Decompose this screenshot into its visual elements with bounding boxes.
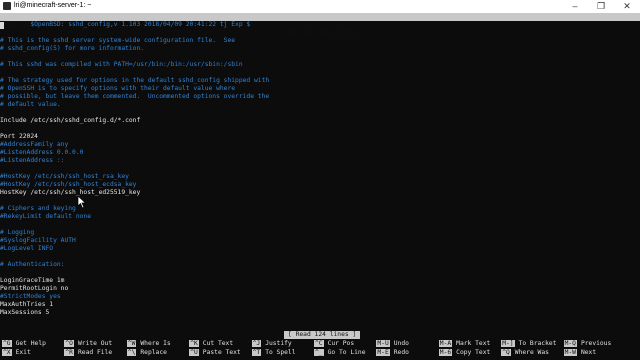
mouse-pointer-icon (77, 195, 87, 209)
shortcut-key: ^O (64, 340, 74, 347)
shortcut-label: Write Out (77, 340, 113, 347)
shortcut-label: Read File (77, 349, 113, 356)
shortcut-key: ^\ (126, 349, 137, 356)
shortcut-label: Justify (265, 340, 292, 347)
shortcut-item[interactable]: ^J Justify (251, 340, 292, 348)
shortcut-item[interactable]: ^_ Go To Line (314, 349, 366, 357)
file-line: $OpenBSD: sshd_config,v 1.103 2018/04/09… (0, 21, 251, 28)
shortcut-key: M-U (376, 340, 390, 347)
shortcut-item[interactable]: ^O Write Out (64, 340, 112, 348)
file-line: # Logging (0, 229, 35, 236)
file-line: # This sshd was compiled with PATH=/usr/… (0, 61, 243, 68)
shortcut-item[interactable]: M-E Redo (376, 349, 409, 357)
file-line: #HostKey /etc/ssh/ssh_host_ecdsa_key (0, 181, 137, 188)
shortcut-key: ^J (251, 340, 262, 347)
shortcut-item[interactable]: ^G Get Help (2, 340, 46, 348)
shortcut-item[interactable]: M-6 Copy Text (438, 349, 491, 357)
file-line: # The strategy used for options in the d… (0, 77, 270, 84)
file-line: MaxSessions 5 (0, 309, 50, 316)
shortcut-key: ^Q (501, 349, 511, 356)
file-line: #RekeyLimit default none (0, 213, 91, 220)
shortcut-label: Paste Text (202, 349, 241, 356)
window-title: lri@minecraft-server-1: ~ (14, 2, 92, 9)
shortcut-key: ^U (189, 349, 199, 356)
shortcut-item[interactable]: M-Q Previous (563, 340, 612, 348)
shortcut-label: To Bracket (518, 340, 557, 347)
window-titlebar: lri@minecraft-server-1: ~ – ❐ ✕ (0, 0, 640, 14)
file-line: #AddressFamily any (0, 141, 69, 148)
shortcut-label: Replace (140, 349, 167, 356)
shortcut-key: ^T (251, 349, 262, 356)
file-line: #ListenAddress 0.0.0.0 (0, 149, 84, 156)
shortcut-label: Go To Line (327, 349, 366, 356)
shortcut-item[interactable]: ^T To Spell (251, 349, 296, 357)
file-line: #SyslogFacility AUTH (0, 237, 76, 244)
shortcut-item[interactable]: ^\ Replace (126, 349, 167, 357)
terminal-app-icon (3, 2, 11, 10)
shortcut-key: M-6 (438, 349, 453, 356)
shortcut-label: Next (580, 349, 597, 356)
file-line: PermitRootLogin no (0, 285, 69, 292)
file-line: # OpenSSH is to specify options with the… (0, 85, 236, 92)
shortcut-label: Where Is (140, 340, 171, 347)
shortcut-key: ^K (189, 340, 199, 347)
shortcut-label: Previous (580, 340, 612, 347)
close-button[interactable]: ✕ (614, 0, 640, 13)
file-line: Port 22024 (0, 133, 38, 140)
shortcut-key: ^W (126, 340, 137, 347)
shortcut-label: Copy Text (456, 349, 491, 356)
file-line: # possible, but leave them commented. Un… (0, 93, 270, 100)
shortcut-label: Undo (393, 340, 409, 347)
shortcut-key: ^X (2, 349, 12, 356)
file-line: #LogLevel INFO (0, 245, 54, 252)
shortcut-key: ^_ (314, 349, 324, 356)
shortcut-item[interactable]: M-A Mark Text (438, 340, 491, 348)
shortcut-label: Mark Text (456, 340, 491, 347)
shortcut-item[interactable]: ^U Paste Text (189, 349, 241, 357)
shortcut-key: M-W (563, 349, 577, 356)
shortcut-item[interactable]: ^X Exit (2, 349, 31, 357)
shortcut-item[interactable]: ^K Cut Text (189, 340, 233, 348)
shortcut-key: M-E (376, 349, 390, 356)
shortcut-item[interactable]: M-] To Bracket (501, 340, 556, 348)
shortcut-item[interactable]: M-U Undo (376, 340, 409, 348)
shortcut-key: M-A (438, 340, 453, 347)
shortcut-item[interactable]: ^C Cur Pos (314, 340, 354, 348)
shortcut-label: Redo (393, 349, 409, 356)
status-message: [ Read 124 lines ] (284, 331, 361, 339)
shortcut-label: Cur Pos (327, 340, 355, 347)
shortcut-key: M-] (501, 340, 515, 347)
shortcut-label: Get Help (15, 340, 46, 347)
shortcut-label: Exit (15, 349, 31, 356)
editor-text-area[interactable]: $OpenBSD: sshd_config,v 1.103 2018/04/09… (0, 21, 640, 331)
shortcut-label: Cut Text (202, 340, 234, 347)
file-line: LoginGraceTime 1m (0, 277, 65, 284)
shortcut-key: M-Q (563, 340, 577, 347)
shortcut-label: Where Was (514, 349, 549, 356)
maximize-button[interactable]: ❐ (588, 0, 614, 13)
file-line: HostKey /etc/ssh/ssh_host_ed25519_key (0, 189, 141, 196)
file-line: # sshd_config(5) for more information. (0, 45, 145, 52)
minimize-button[interactable]: – (562, 0, 588, 13)
shortcut-item[interactable]: ^R Read File (64, 349, 112, 357)
shortcut-key: ^C (314, 340, 324, 347)
shortcut-label: To Spell (265, 349, 296, 356)
file-line: # default value. (0, 101, 61, 108)
file-line: #ListenAddress :: (0, 157, 65, 164)
file-line: Include /etc/ssh/sshd_config.d/*.conf (0, 117, 141, 124)
file-line: # Authentication: (0, 261, 65, 268)
shortcut-key: ^G (2, 340, 12, 347)
shortcut-key: ^R (64, 349, 74, 356)
shortcut-bar: ^G Get Help ^O Write Out ^W Where Is ^K Cut Tex… (0, 340, 640, 360)
shortcut-item[interactable]: M-W Next (563, 349, 597, 357)
shortcut-item[interactable]: ^W Where Is (126, 340, 171, 348)
shortcut-item[interactable]: ^Q Where Was (501, 349, 549, 357)
file-line: # Ciphers and keying (0, 205, 76, 212)
nano-header-bar: GNU nano 4.8 /etc/ssh/sshd_config (0, 13, 640, 36)
file-line: #HostKey /etc/ssh/ssh_host_rsa_key (0, 173, 129, 180)
text-cursor (0, 22, 4, 29)
file-line: # This is the sshd server system-wide co… (0, 37, 236, 44)
file-line: #StrictModes yes (0, 293, 61, 300)
file-line: MaxAuthTries 1 (0, 301, 54, 308)
